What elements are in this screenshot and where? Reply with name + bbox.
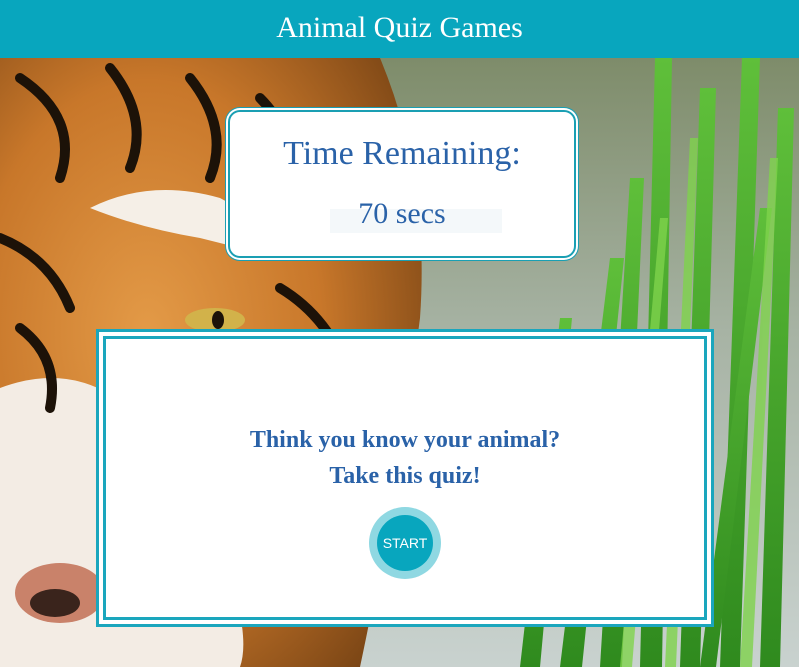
page-title: Animal Quiz Games [276,11,523,44]
app-header: Animal Quiz Games [0,0,799,58]
quiz-intro-card: Think you know your animal? Take this qu… [96,329,714,627]
timer-value: 70 secs [358,197,446,230]
timer-label: Time Remaining: [283,135,521,172]
quiz-heading: Think you know your animal? [249,427,561,453]
start-button-label: START [377,515,433,571]
quiz-subheading: Take this quiz! [329,463,481,489]
start-button[interactable]: START [369,507,441,579]
quiz-card-inner-border: Think you know your animal? Take this qu… [103,336,707,620]
timer-panel: Time Remaining: 70 secs [228,110,576,258]
